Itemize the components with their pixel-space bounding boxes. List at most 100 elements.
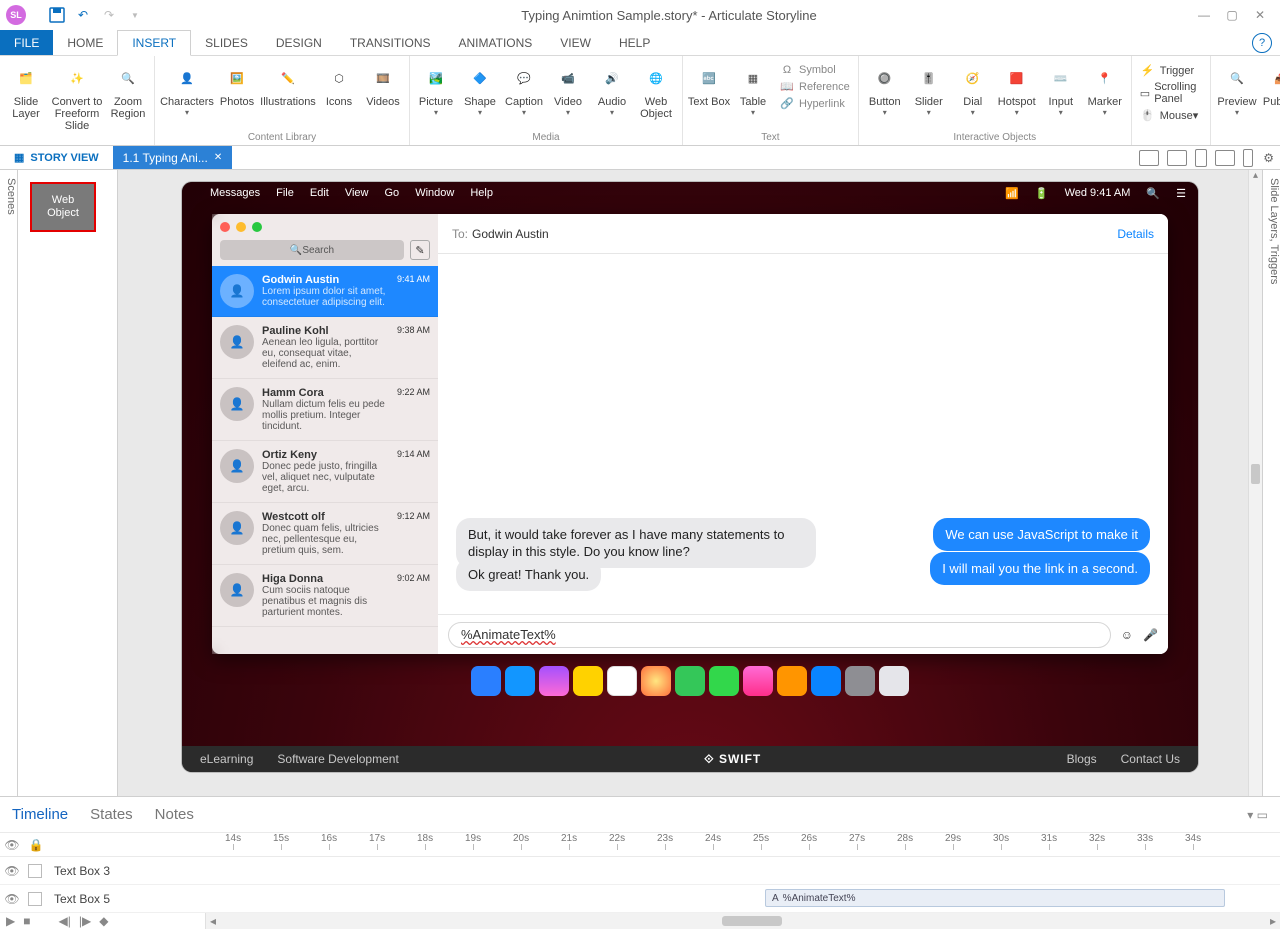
- close-tab-icon[interactable]: ✕: [214, 152, 222, 163]
- mouse-button[interactable]: 🖱️Mouse ▾: [1136, 107, 1206, 124]
- device-phone-portrait-icon[interactable]: [1243, 149, 1253, 167]
- timeline-row[interactable]: 👁 Text Box 5 A%AnimateText%: [0, 885, 1280, 913]
- lock-toggle[interactable]: [28, 864, 42, 878]
- slide-tab[interactable]: 1.1 Typing Ani...✕: [113, 146, 233, 169]
- menu-slides[interactable]: SLIDES: [191, 30, 262, 55]
- scenes-rail[interactable]: Scenes: [0, 170, 18, 796]
- slider-button[interactable]: 🎚️Slider▾: [907, 60, 951, 119]
- dock-photos: [641, 666, 671, 696]
- dial-button[interactable]: 🧭Dial▾: [951, 60, 995, 119]
- message-input[interactable]: %AnimateText%: [448, 622, 1111, 648]
- window-title: Typing Animtion Sample.story* - Articula…: [148, 8, 1190, 23]
- close-button[interactable]: ✕: [1246, 8, 1274, 22]
- trigger-button[interactable]: ⚡Trigger: [1136, 62, 1206, 79]
- device-tablet-portrait-icon[interactable]: [1195, 149, 1207, 167]
- menu-design[interactable]: DESIGN: [262, 30, 336, 55]
- tab-timeline[interactable]: Timeline: [12, 806, 68, 823]
- zoom-region-button[interactable]: 🔍Zoom Region: [106, 60, 150, 122]
- videos-button[interactable]: 🎞️Videos: [361, 60, 405, 110]
- hotspot-button[interactable]: 🟥Hotspot▾: [995, 60, 1039, 119]
- photos-button[interactable]: 🖼️Photos: [215, 60, 259, 110]
- conversation-item[interactable]: 👤Higa DonnaCum sociis natoque penatibus …: [212, 565, 438, 627]
- conversation-item[interactable]: 👤Godwin AustinLorem ipsum dolor sit amet…: [212, 266, 438, 317]
- marker-button[interactable]: 📍Marker▾: [1083, 60, 1127, 119]
- gear-icon[interactable]: ⚙: [1263, 151, 1274, 165]
- input-button[interactable]: ⌨️Input▾: [1039, 60, 1083, 119]
- conversation-item[interactable]: 👤Ortiz KenyDonec pede justo, fringilla v…: [212, 441, 438, 503]
- cue-point-icon[interactable]: ◆: [99, 914, 108, 928]
- preview-button[interactable]: 🔍Preview▾: [1215, 60, 1259, 119]
- scene-thumb-web-object[interactable]: WebObject: [30, 182, 96, 232]
- characters-button[interactable]: 👤Characters▾: [159, 60, 215, 119]
- next-cue-icon[interactable]: |▶: [79, 914, 91, 928]
- stop-icon[interactable]: ■: [23, 914, 30, 928]
- reference-button[interactable]: 📖Reference: [775, 78, 854, 95]
- convert-freeform-button[interactable]: ✨Convert to Freeform Slide: [48, 60, 106, 134]
- bottom-panel: Timeline States Notes ▾ ▭ 👁 🔒 14s15s16s1…: [0, 796, 1280, 929]
- menu-home[interactable]: HOME: [53, 30, 117, 55]
- caption-button[interactable]: 💬Caption▾: [502, 60, 546, 119]
- scrolling-panel-button[interactable]: ▭Scrolling Panel: [1136, 79, 1206, 107]
- timeline-object-bar[interactable]: A%AnimateText%: [765, 889, 1225, 907]
- menu-transitions[interactable]: TRANSITIONS: [336, 30, 445, 55]
- lock-header-icon[interactable]: 🔒: [24, 838, 48, 852]
- details-link[interactable]: Details: [1117, 227, 1154, 241]
- tab-states[interactable]: States: [90, 806, 133, 823]
- horizontal-scrollbar[interactable]: ◂ ▸: [205, 913, 1280, 929]
- icons-button[interactable]: ⬡Icons: [317, 60, 361, 110]
- text-box-button[interactable]: 🔤Text Box: [687, 60, 731, 110]
- timeline-row[interactable]: 👁 Text Box 3: [0, 857, 1280, 885]
- picture-button[interactable]: 🏞️Picture▾: [414, 60, 458, 119]
- menu-view[interactable]: VIEW: [546, 30, 605, 55]
- story-view-tab[interactable]: ▦ STORY VIEW: [0, 146, 113, 169]
- dock-notes: [573, 666, 603, 696]
- menu-animations[interactable]: ANIMATIONS: [445, 30, 547, 55]
- minimize-button[interactable]: —: [1190, 8, 1218, 22]
- device-phone-landscape-icon[interactable]: [1215, 150, 1235, 166]
- maximize-button[interactable]: ▢: [1218, 8, 1246, 22]
- save-icon[interactable]: [46, 4, 68, 26]
- shape-button[interactable]: 🔷Shape▾: [458, 60, 502, 119]
- qat-dropdown-icon[interactable]: ▼: [124, 4, 146, 26]
- visibility-toggle[interactable]: 👁: [0, 892, 24, 906]
- lock-toggle[interactable]: [28, 892, 42, 906]
- button-button[interactable]: 🔘Button▾: [863, 60, 907, 119]
- visibility-header-icon[interactable]: 👁: [0, 838, 24, 852]
- compose-icon[interactable]: ✎: [410, 240, 430, 260]
- illustrations-button[interactable]: ✏️Illustrations: [259, 60, 317, 110]
- play-icon[interactable]: ▶: [6, 914, 15, 928]
- slide-layer-button[interactable]: 🗂️Slide Layer: [4, 60, 48, 122]
- conversation-item[interactable]: 👤Hamm CoraNullam dictum felis eu pede mo…: [212, 379, 438, 441]
- visibility-toggle[interactable]: 👁: [0, 864, 24, 878]
- prev-cue-icon[interactable]: ◀|: [58, 914, 70, 928]
- conversation-item[interactable]: 👤Westcott olfDonec quam felis, ultricies…: [212, 503, 438, 565]
- emoji-icon[interactable]: ☺: [1121, 628, 1133, 642]
- dock-trash: [879, 666, 909, 696]
- undo-icon[interactable]: ↶: [72, 4, 94, 26]
- hyperlink-button[interactable]: 🔗Hyperlink: [775, 95, 854, 112]
- battery-icon: 🔋: [1035, 187, 1049, 200]
- menu-help[interactable]: HELP: [605, 30, 664, 55]
- collapse-panel-icon[interactable]: ▾ ▭: [1247, 808, 1268, 822]
- table-button[interactable]: ▦Table▾: [731, 60, 775, 119]
- device-tablet-landscape-icon[interactable]: [1167, 150, 1187, 166]
- device-desktop-icon[interactable]: [1139, 150, 1159, 166]
- help-icon[interactable]: ?: [1252, 33, 1272, 53]
- search-icon: 🔍: [1146, 187, 1160, 200]
- slide-layers-rail[interactable]: Slide Layers, Triggers: [1262, 170, 1280, 796]
- menu-file[interactable]: FILE: [0, 30, 53, 55]
- publish-button[interactable]: 📤Publish: [1259, 60, 1280, 110]
- mic-icon[interactable]: 🎤: [1143, 628, 1158, 642]
- tab-notes[interactable]: Notes: [155, 806, 194, 823]
- canvas[interactable]: Messages File Edit View Go Window Help 📶…: [118, 170, 1262, 796]
- audio-button[interactable]: 🔊Audio▾: [590, 60, 634, 119]
- conversation-item[interactable]: 👤Pauline KohlAenean leo ligula, porttito…: [212, 317, 438, 379]
- incoming-bubble-2: Ok great! Thank you.: [456, 558, 601, 591]
- menu-insert[interactable]: INSERT: [117, 30, 191, 56]
- symbol-button[interactable]: ΩSymbol: [775, 62, 854, 78]
- web-object-button[interactable]: 🌐Web Object: [634, 60, 678, 122]
- video-button[interactable]: 📹Video▾: [546, 60, 590, 119]
- to-name: Godwin Austin: [472, 227, 549, 241]
- messages-search[interactable]: 🔍 Search: [220, 240, 404, 260]
- vertical-scrollbar[interactable]: ▴: [1248, 170, 1262, 796]
